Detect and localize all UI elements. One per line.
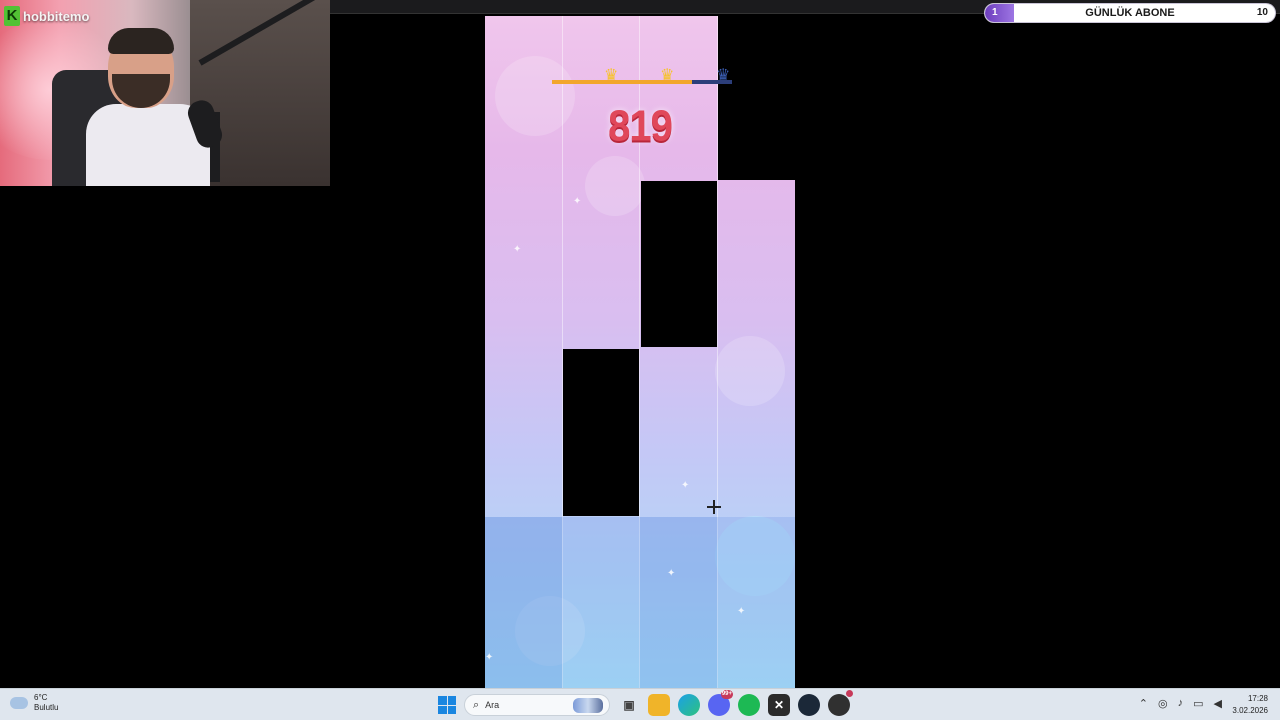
system-tray: ⌃ ◎ ♪ ▭ ◀ — [1139, 697, 1222, 710]
discord-icon[interactable]: 99+ — [708, 690, 733, 716]
bokeh-light — [715, 336, 785, 406]
sparkle-icon: ✦ — [681, 480, 690, 491]
crown-icon: ♛ — [660, 67, 675, 84]
black-tile[interactable] — [563, 349, 639, 516]
clock-time: 17:28 — [1247, 694, 1268, 703]
cloud-icon — [10, 697, 28, 709]
crosshair-cursor-icon — [707, 500, 721, 514]
streamer-hair — [108, 28, 174, 54]
tap-lane — [485, 517, 562, 688]
steam-icon[interactable] — [798, 694, 820, 716]
sparkle-icon: ✦ — [573, 196, 582, 207]
tap-zone — [485, 517, 795, 688]
search-icon: ⌕ — [473, 698, 480, 711]
taskbar-center: ⌕ Ara ▣ 99+ ✕ — [438, 690, 853, 717]
sparkle-icon: ✦ — [513, 244, 522, 255]
webcam-overlay: K hobbitemo — [0, 0, 330, 186]
notification-badge: 99+ — [720, 690, 733, 699]
subscriber-goal-bar: 1 GÜNLÜK ABONE 10 — [984, 3, 1276, 23]
taskbar: 6°C Bulutlu ⌕ Ara ▣ 99+ ✕ ⌃ ◎ ♪ ▭ ◀ 17:2… — [0, 688, 1280, 720]
screen: K hobbitemo 1 GÜNLÜK ABONE 10 ✦ ✦ ✦ ✦ ✦ … — [0, 0, 1280, 720]
level-progress-bar: ♛ ♛ ♛ — [552, 68, 732, 84]
goal-label: GÜNLÜK ABONE — [1085, 7, 1175, 19]
recording-dot — [846, 690, 853, 697]
obs-icon[interactable] — [828, 690, 853, 716]
search-highlight-image — [573, 698, 603, 713]
sparkle-icon: ✦ — [485, 652, 494, 663]
weather-condition: Bulutlu — [34, 703, 59, 712]
hidden-eye-icon[interactable]: ◎ — [1158, 697, 1168, 710]
channel-name: hobbitemo — [23, 8, 90, 24]
task-view-icon[interactable]: ▣ — [618, 694, 640, 716]
black-tile[interactable] — [718, 16, 795, 180]
sparkle-icon: ✦ — [737, 606, 746, 617]
edge-icon[interactable] — [678, 694, 700, 716]
weather-temp: 6°C — [34, 693, 48, 702]
taskbar-search[interactable]: ⌕ Ara — [464, 694, 610, 716]
search-placeholder: Ara — [485, 700, 500, 710]
crown-icon: ♛ — [604, 67, 619, 84]
network-icon[interactable]: ▭ — [1193, 697, 1203, 710]
microphone-icon[interactable]: ♪ — [1178, 697, 1184, 710]
crown-icon: ♛ — [716, 67, 731, 84]
black-tile[interactable] — [641, 181, 717, 347]
piano-tiles-game[interactable]: ✦ ✦ ✦ ✦ ✦ ✦ ♛ ♛ ♛ 819 — [485, 16, 795, 688]
channel-brand: K hobbitemo — [4, 6, 89, 26]
tap-lane — [640, 517, 717, 688]
excel-icon[interactable]: ✕ — [768, 694, 790, 716]
volume-icon[interactable]: ◀ — [1214, 697, 1222, 710]
sparkle-icon: ✦ — [667, 568, 676, 579]
goal-target: 10 — [1256, 7, 1268, 18]
folder-icon[interactable] — [648, 694, 670, 716]
bokeh-light — [585, 156, 645, 216]
clock-date: 3.02.2026 — [1232, 706, 1268, 715]
spotify-icon[interactable] — [738, 694, 760, 716]
weather-widget[interactable]: 6°C Bulutlu — [10, 693, 58, 713]
kick-logo-icon: K — [4, 6, 20, 26]
chevron-up-icon[interactable]: ⌃ — [1139, 697, 1148, 710]
score: 819 — [608, 101, 673, 151]
taskbar-clock[interactable]: 17:28 3.02.2026 — [1232, 693, 1268, 717]
windows-start-icon[interactable] — [438, 696, 456, 714]
